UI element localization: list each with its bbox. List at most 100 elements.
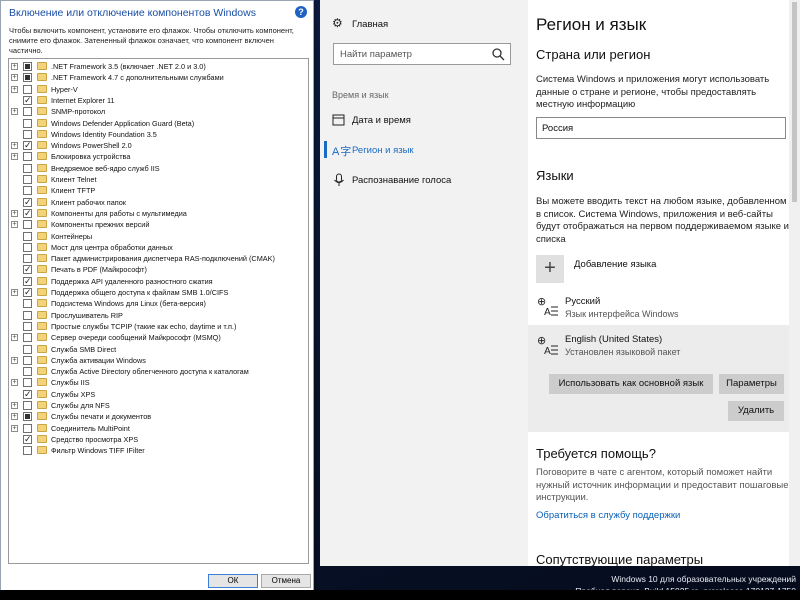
language-name-en[interactable]: English (United States) (565, 334, 662, 345)
feature-checkbox[interactable] (23, 141, 32, 151)
feature-checkbox[interactable] (23, 299, 32, 309)
expand-icon[interactable]: + (11, 221, 18, 229)
feature-row[interactable]: Internet Explorer 11 (9, 95, 301, 106)
feature-checkbox[interactable] (23, 118, 32, 128)
expand-icon[interactable]: + (11, 334, 18, 342)
expand-icon[interactable]: + (11, 63, 18, 70)
feature-checkbox[interactable] (23, 434, 32, 444)
feature-row[interactable]: Фильтр Windows TIFF IFilter (9, 445, 301, 456)
feature-row[interactable]: Внедряемое веб-ядро служб IIS (9, 163, 301, 174)
ok-button[interactable]: ОК (208, 574, 258, 588)
feature-row[interactable]: Клиент Telnet (9, 174, 301, 185)
expand-icon[interactable]: + (11, 289, 18, 296)
feature-row[interactable]: + SNMP-протокол (9, 106, 301, 117)
feature-row[interactable]: + Поддержка общего доступа к файлам SMB 1… (9, 287, 301, 298)
feature-row[interactable]: + Службы IIS (9, 377, 301, 388)
feature-row[interactable]: Службы XPS (9, 389, 301, 400)
feature-row[interactable]: + .NET Framework 4.7 с дополнительными сл… (9, 72, 301, 83)
nav-home[interactable]: Главная (352, 19, 388, 30)
feature-row[interactable]: Прослушиватель RIP (9, 310, 301, 321)
nav-item-speech[interactable]: Распознавание голоса (352, 175, 451, 186)
feature-row[interactable]: + Блокировка устройства (9, 151, 301, 162)
scrollbar[interactable] (789, 0, 800, 566)
search-icon[interactable] (491, 47, 505, 61)
expand-icon[interactable]: + (11, 85, 18, 93)
feature-row[interactable]: + Hyper-V (9, 84, 301, 95)
feature-checkbox[interactable] (23, 389, 32, 399)
expand-icon[interactable]: + (11, 108, 18, 116)
feature-checkbox[interactable] (23, 197, 32, 207)
feature-row[interactable]: + Компоненты для работы с мультимедиа (9, 208, 301, 219)
feature-checkbox[interactable] (23, 62, 32, 71)
language-name-ru[interactable]: Русский (565, 296, 600, 307)
feature-row[interactable]: + Служба активации Windows (9, 355, 301, 366)
feature-row[interactable]: Windows Identity Foundation 3.5 (9, 129, 301, 140)
feature-row[interactable]: Подсистема Windows для Linux (бета-верси… (9, 298, 301, 309)
features-tree[interactable]: + .NET Framework 3.5 (включает .NET 2.0 и… (8, 58, 309, 564)
feature-row[interactable]: Windows Defender Application Guard (Beta… (9, 118, 301, 129)
feature-checkbox[interactable] (23, 265, 32, 275)
feature-checkbox[interactable] (23, 84, 32, 94)
search-input[interactable]: Найти параметр (333, 43, 511, 65)
set-default-language-button[interactable]: Использовать как основной язык (549, 374, 713, 394)
expand-icon[interactable]: + (11, 402, 18, 409)
feature-row[interactable]: + Компоненты прежних версий (9, 219, 301, 230)
feature-row[interactable]: + Соединитель MultiPoint (9, 423, 301, 434)
feature-checkbox[interactable] (23, 355, 32, 365)
feature-checkbox[interactable] (23, 242, 32, 252)
feature-checkbox[interactable] (23, 310, 32, 320)
feature-row[interactable]: Служба SMB Direct (9, 344, 301, 355)
feature-checkbox[interactable] (23, 220, 32, 230)
help-icon[interactable]: ? (295, 6, 307, 18)
feature-checkbox[interactable] (23, 333, 32, 343)
scrollbar-thumb[interactable] (792, 2, 797, 202)
feature-row[interactable]: Контейнеры (9, 231, 301, 242)
expand-icon[interactable]: + (11, 142, 18, 150)
expand-icon[interactable]: + (11, 424, 18, 432)
expand-icon[interactable]: + (11, 379, 18, 387)
feature-checkbox[interactable] (23, 186, 32, 196)
feature-checkbox[interactable] (23, 208, 32, 218)
feature-row[interactable]: Средство просмотра XPS (9, 434, 301, 445)
feature-checkbox[interactable] (23, 163, 32, 173)
feature-checkbox[interactable] (23, 378, 32, 388)
feature-checkbox[interactable] (23, 412, 32, 422)
expand-icon[interactable]: + (11, 413, 18, 421)
feature-checkbox[interactable] (23, 367, 32, 377)
feature-row[interactable]: Простые службы TCPIP (такие как echo, da… (9, 321, 301, 332)
feature-row[interactable]: Поддержка API удаленного разностного сжа… (9, 276, 301, 287)
feature-checkbox[interactable] (23, 73, 32, 83)
feature-checkbox[interactable] (23, 152, 32, 162)
feature-row[interactable]: Пакет администрирования диспетчера RAS-п… (9, 253, 301, 264)
feature-checkbox[interactable] (23, 254, 32, 264)
feature-row[interactable]: Печать в PDF (Майкрософт) (9, 264, 301, 275)
feature-checkbox[interactable] (23, 344, 32, 354)
feature-checkbox[interactable] (23, 288, 32, 297)
expand-icon[interactable]: + (11, 153, 18, 161)
feature-checkbox[interactable] (23, 401, 32, 410)
feature-checkbox[interactable] (23, 423, 32, 433)
cancel-button[interactable]: Отмена (261, 574, 311, 588)
nav-item-region-language[interactable]: Регион и язык (352, 145, 414, 156)
feature-row[interactable]: Мост для центра обработки данных (9, 242, 301, 253)
expand-icon[interactable]: + (11, 209, 18, 217)
feature-row[interactable]: + Windows PowerShell 2.0 (9, 140, 301, 151)
feature-checkbox[interactable] (23, 321, 32, 331)
expand-icon[interactable]: + (11, 74, 18, 82)
feature-checkbox[interactable] (23, 446, 32, 456)
add-language-button[interactable]: + (536, 255, 564, 283)
feature-row[interactable]: + Сервер очереди сообщений Майкрософт (MS… (9, 332, 301, 343)
feature-checkbox[interactable] (23, 107, 32, 117)
feature-row[interactable]: Клиент TFTP (9, 185, 301, 196)
country-select[interactable]: Россия (536, 117, 786, 139)
feature-checkbox[interactable] (23, 95, 32, 105)
expand-icon[interactable]: + (11, 356, 18, 364)
feature-row[interactable]: Клиент рабочих папок (9, 197, 301, 208)
add-language-label[interactable]: Добавление языка (574, 259, 656, 270)
language-options-button[interactable]: Параметры (719, 374, 784, 394)
feature-checkbox[interactable] (23, 129, 32, 139)
feature-row[interactable]: + .NET Framework 3.5 (включает .NET 2.0 и… (9, 61, 301, 72)
feature-checkbox[interactable] (23, 276, 32, 286)
nav-item-date-time[interactable]: Дата и время (352, 115, 411, 126)
feature-row[interactable]: Служба Active Directory облегченного дос… (9, 366, 301, 377)
